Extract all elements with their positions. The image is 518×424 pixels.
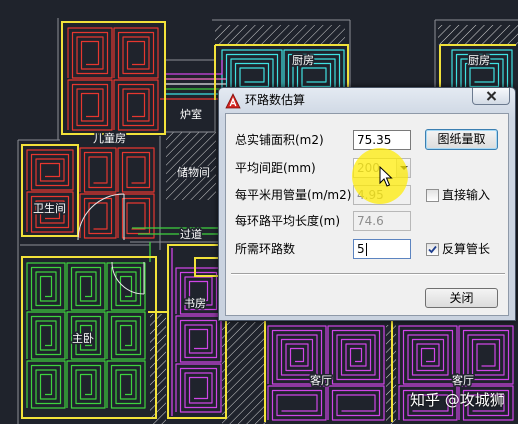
room-label-children: 儿童房 [93,131,126,145]
required-loops-label: 所需环路数 [235,242,296,256]
reverse-pipe-length-label[interactable]: 反算管长 [442,239,490,259]
total-area-label: 总实铺面积(m2) [235,133,324,147]
pipe-loop-magenta [175,363,222,413]
loop-estimate-dialog[interactable]: 环路数估算 总实铺面积(m2) 75.35 图纸量取 平均间距(mm) 200 … [218,87,516,321]
pipe-loop-red [79,193,117,239]
measure-from-drawing-button[interactable]: 图纸量取 [425,129,498,150]
close-button[interactable]: 关闭 [425,288,498,308]
pipe-loop-red [67,79,113,131]
avg-loop-length-input[interactable]: 74.6 [353,211,411,231]
autocad-icon [225,93,241,109]
pipe-loop-red [67,27,113,79]
checkmark-icon [428,245,437,254]
text-caret [365,243,367,256]
room-label-kitchen-right: 厨房 [468,54,490,67]
pipe-loop-green [66,360,106,409]
room-label-bathroom: 卫生间 [33,201,66,215]
room-label-kitchen-left: 厨房 [292,54,314,67]
room-label-study: 书房 [184,297,206,310]
direct-input-label[interactable]: 直接输入 [442,185,490,205]
pipe-loop-magenta [175,315,222,363]
pipe-loop-red [113,27,159,79]
pipe-loop-green [26,262,66,311]
arrow-cursor-icon [379,166,393,187]
dialog-title: 环路数估算 [245,93,306,107]
room-label-living-right: 客厅 [452,373,474,387]
room-label-corridor: 过道 [180,227,202,241]
dialog-separator [231,273,505,275]
pipe-loop-red [79,147,117,193]
total-area-value: 75.35 [357,133,392,147]
pipe-loop-magenta [267,385,327,421]
pipe-loop-green [26,360,66,409]
window-close-button[interactable] [472,88,510,105]
direct-input-checkbox[interactable] [426,189,439,202]
avg-loop-length-label: 每环路平均长度(m) [235,214,341,228]
pipe-loop-red [113,79,159,131]
pipe-loop-magenta [327,385,385,421]
room-label-master-bedroom: 主卧 [72,332,94,345]
room-label-storage: 储物间 [177,165,210,179]
watermark: 知乎 @攻城狮 [410,391,505,409]
pipe-loop-green [66,262,106,311]
avg-loop-length-value: 74.6 [357,214,384,228]
pipe-loop-green [26,311,66,360]
room-label-living-left: 客厅 [310,373,332,387]
pipe-loop-magenta [398,325,458,385]
pipe-loop-magenta [327,325,385,385]
pipe-loop-green [106,311,146,360]
required-loops-value: 5 [357,242,365,256]
total-area-input[interactable]: 75.35 [353,130,411,150]
close-icon [486,91,497,101]
avg-spacing-label: 平均间距(mm) [235,161,316,175]
room-label-boiler: 炉室 [180,107,202,121]
pipe-loop-red [117,147,155,193]
pipe-loop-red [26,149,74,191]
required-loops-input[interactable]: 5 [353,239,411,259]
pipe-per-sqm-label: 每平米用管量(m/m2) [235,188,352,202]
pipe-loop-green [106,360,146,409]
pipe-loop-red [117,193,155,239]
reverse-pipe-length-checkbox[interactable] [426,243,439,256]
